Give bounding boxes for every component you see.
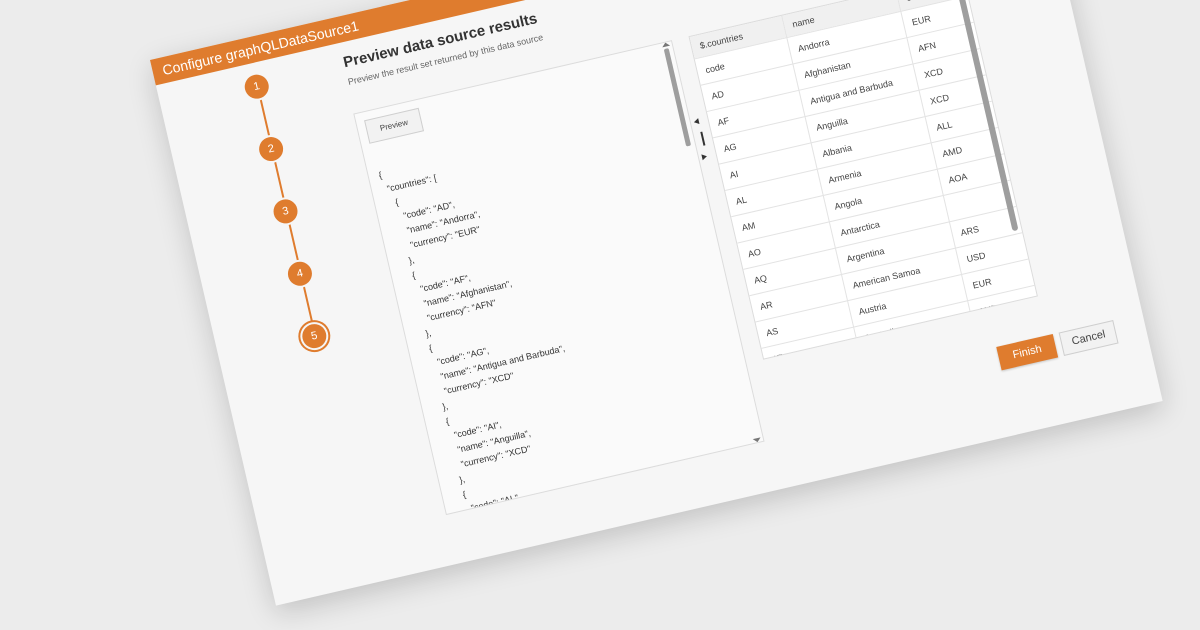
step-1[interactable]: 1 — [242, 72, 272, 102]
splitter-left-arrow-icon[interactable] — [693, 118, 700, 126]
cancel-button[interactable]: Cancel — [1058, 319, 1119, 356]
step-4[interactable]: 4 — [285, 259, 315, 289]
dialog-actions: Finish Cancel — [996, 315, 1139, 376]
json-preview-text: { "countries": [ { "code": "AD", "name":… — [377, 169, 566, 516]
preview-button[interactable]: Preview — [364, 107, 425, 144]
finish-button[interactable]: Finish — [996, 333, 1059, 371]
results-table-body: code Andorra EUR AD Afghanistan AFN AF Antig… — [694, 0, 1038, 360]
json-scrollbar-thumb[interactable] — [663, 48, 692, 147]
stage: Configure graphQLDataSource1 1 2 3 4 5 P… — [0, 0, 1200, 630]
wizard-steps: 1 2 3 4 5 — [242, 71, 334, 351]
results-grid-panel: $.countries name currency code Andorra E… — [688, 0, 1038, 360]
step-5-active[interactable]: 5 — [299, 321, 329, 351]
scroll-up-icon[interactable] — [661, 41, 671, 48]
splitter-grip-icon[interactable] — [700, 131, 706, 146]
scroll-down-icon[interactable] — [752, 437, 762, 444]
step-3[interactable]: 3 — [271, 197, 300, 226]
configure-dialog: Configure graphQLDataSource1 1 2 3 4 5 P… — [150, 0, 1163, 606]
splitter-right-arrow-icon[interactable] — [701, 153, 708, 161]
json-preview-panel[interactable]: Preview { "countries": [ { "code": "AD",… — [353, 40, 765, 516]
results-table: $.countries name currency code Andorra E… — [689, 0, 1038, 360]
step-2[interactable]: 2 — [256, 134, 286, 164]
table-cell-code: AU — [767, 353, 866, 360]
